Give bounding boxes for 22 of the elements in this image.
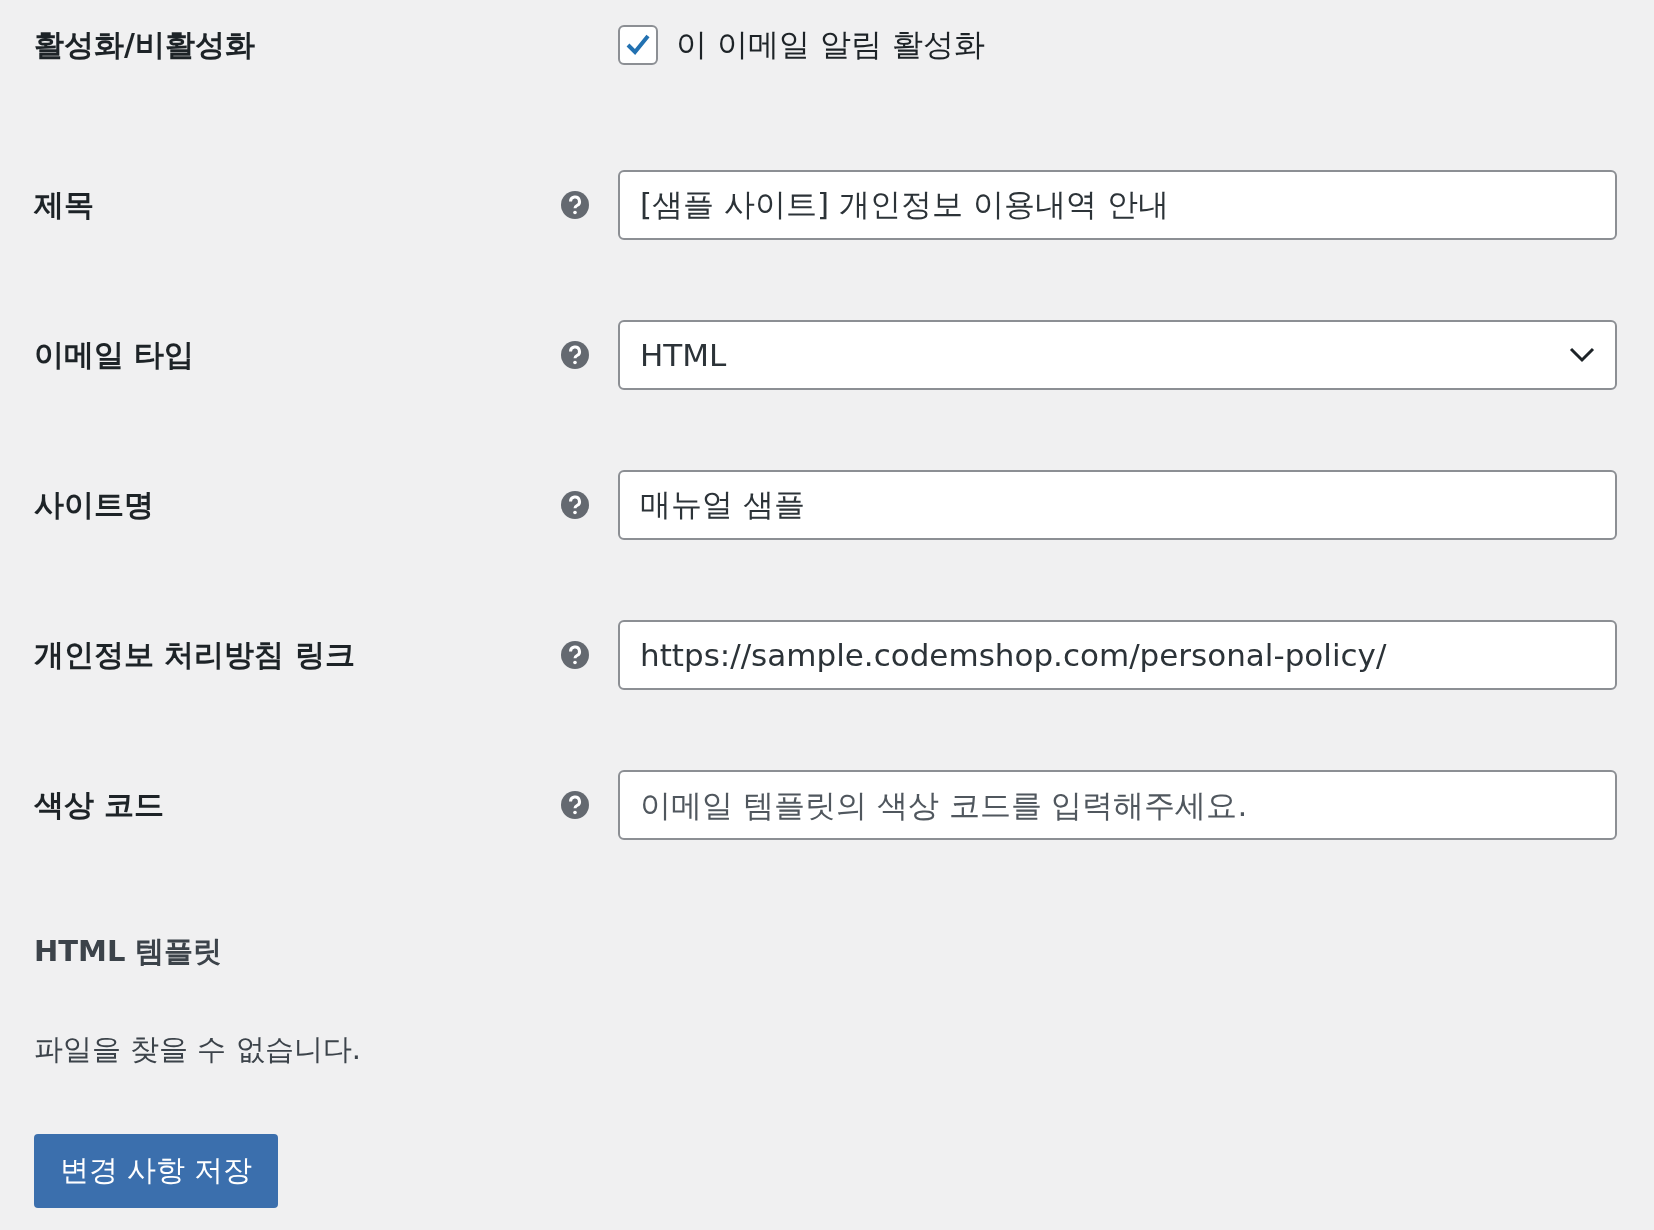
- section-heading: HTML 템플릿: [34, 933, 224, 970]
- help-icon[interactable]: [560, 490, 590, 520]
- save-button[interactable]: 변경 사항 저장: [34, 1134, 279, 1208]
- field-label: 개인정보 처리방침 링크: [34, 635, 356, 674]
- field-label: 제목: [34, 185, 95, 224]
- select-field[interactable]: HTML: [618, 320, 1617, 390]
- field-label: 색상 코드: [34, 785, 166, 824]
- field-label: 사이트명: [34, 485, 155, 524]
- help-icon[interactable]: [560, 340, 590, 370]
- message-text: 파일을 찾을 수 없습니다.: [34, 1031, 362, 1068]
- help-icon[interactable]: [560, 640, 590, 670]
- input-field[interactable]: 이메일 템플릿의 색상 코드를 입력해주세요.: [618, 770, 1617, 840]
- help-icon[interactable]: [560, 790, 590, 820]
- input-field[interactable]: [샘플 사이트] 개인정보 이용내역 안내: [618, 170, 1617, 240]
- checkbox-label: 이 이메일 알림 활성화: [676, 25, 985, 64]
- field-label: 활성화/비활성화: [34, 25, 256, 64]
- checkbox[interactable]: [618, 25, 658, 65]
- input-field[interactable]: https://sample.codemshop.com/personal-policy/: [618, 620, 1617, 690]
- field-label: 이메일 타입: [34, 335, 196, 374]
- help-icon[interactable]: [560, 190, 590, 220]
- input-field[interactable]: 매뉴얼 샘플: [618, 470, 1617, 540]
- chevron-down-icon: [1569, 347, 1595, 363]
